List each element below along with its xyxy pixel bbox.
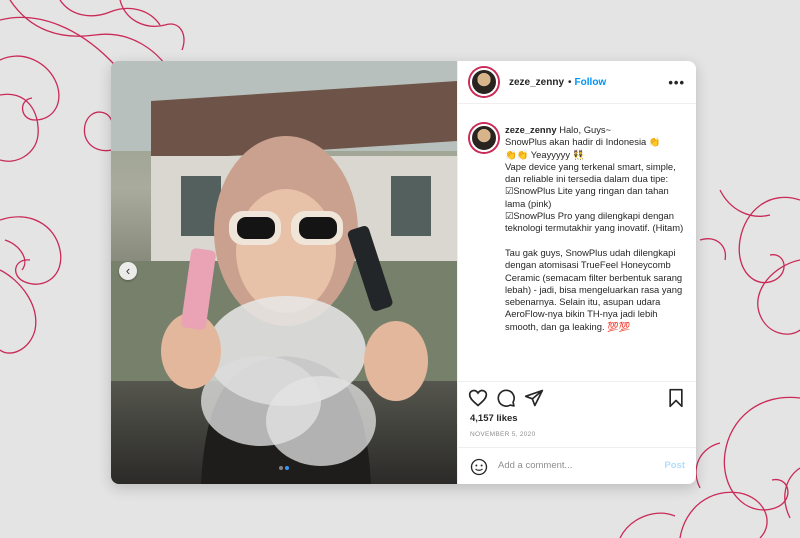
post-header: zeze_zenny • Follow •••	[458, 61, 696, 104]
post-sidebar: zeze_zenny • Follow ••• zeze_zenny Halo,…	[457, 61, 696, 484]
caption-avatar[interactable]	[470, 124, 498, 152]
carousel-dot	[279, 466, 283, 470]
post-caption: zeze_zenny Halo, Guys~ SnowPlus akan had…	[505, 124, 689, 333]
smiley-icon[interactable]	[470, 458, 488, 476]
header-separator: •	[568, 76, 572, 88]
ornament-right-mid	[699, 189, 800, 335]
carousel-prev-button[interactable]: ‹	[119, 262, 137, 280]
likes-count[interactable]: 4,157 likes	[470, 413, 518, 424]
ornament-left-mid	[0, 216, 62, 354]
author-username[interactable]: zeze_zenny	[509, 77, 564, 88]
add-comment-input[interactable]: Add a comment...	[498, 460, 648, 471]
comments-section[interactable]: zeze_zenny Halo, Guys~ SnowPlus akan had…	[458, 104, 696, 381]
caption-text: Halo, Guys~ SnowPlus akan hadir di Indon…	[505, 124, 684, 332]
carousel-dot-active	[285, 466, 289, 470]
send-icon[interactable]	[524, 388, 544, 408]
carousel-indicator	[111, 457, 457, 475]
caption-username[interactable]: zeze_zenny	[505, 124, 557, 135]
action-bar	[458, 381, 696, 412]
post-date: NOVEMBER 5, 2020	[470, 431, 536, 438]
author-avatar[interactable]	[470, 68, 498, 96]
post-photo: ‹	[111, 61, 457, 484]
instagram-post-card: ‹ zeze_zenny • Follow ••• zeze_zenny Hal…	[111, 61, 696, 484]
photo-illustration	[111, 61, 457, 484]
more-horizontal-icon[interactable]: •••	[668, 75, 685, 90]
bookmark-icon[interactable]	[666, 388, 686, 408]
heart-icon[interactable]	[468, 388, 488, 408]
post-comment-button[interactable]: Post	[664, 460, 685, 471]
follow-button[interactable]: Follow	[575, 77, 607, 88]
add-comment-bar: Add a comment... Post	[458, 447, 696, 484]
comment-icon[interactable]	[496, 388, 516, 408]
